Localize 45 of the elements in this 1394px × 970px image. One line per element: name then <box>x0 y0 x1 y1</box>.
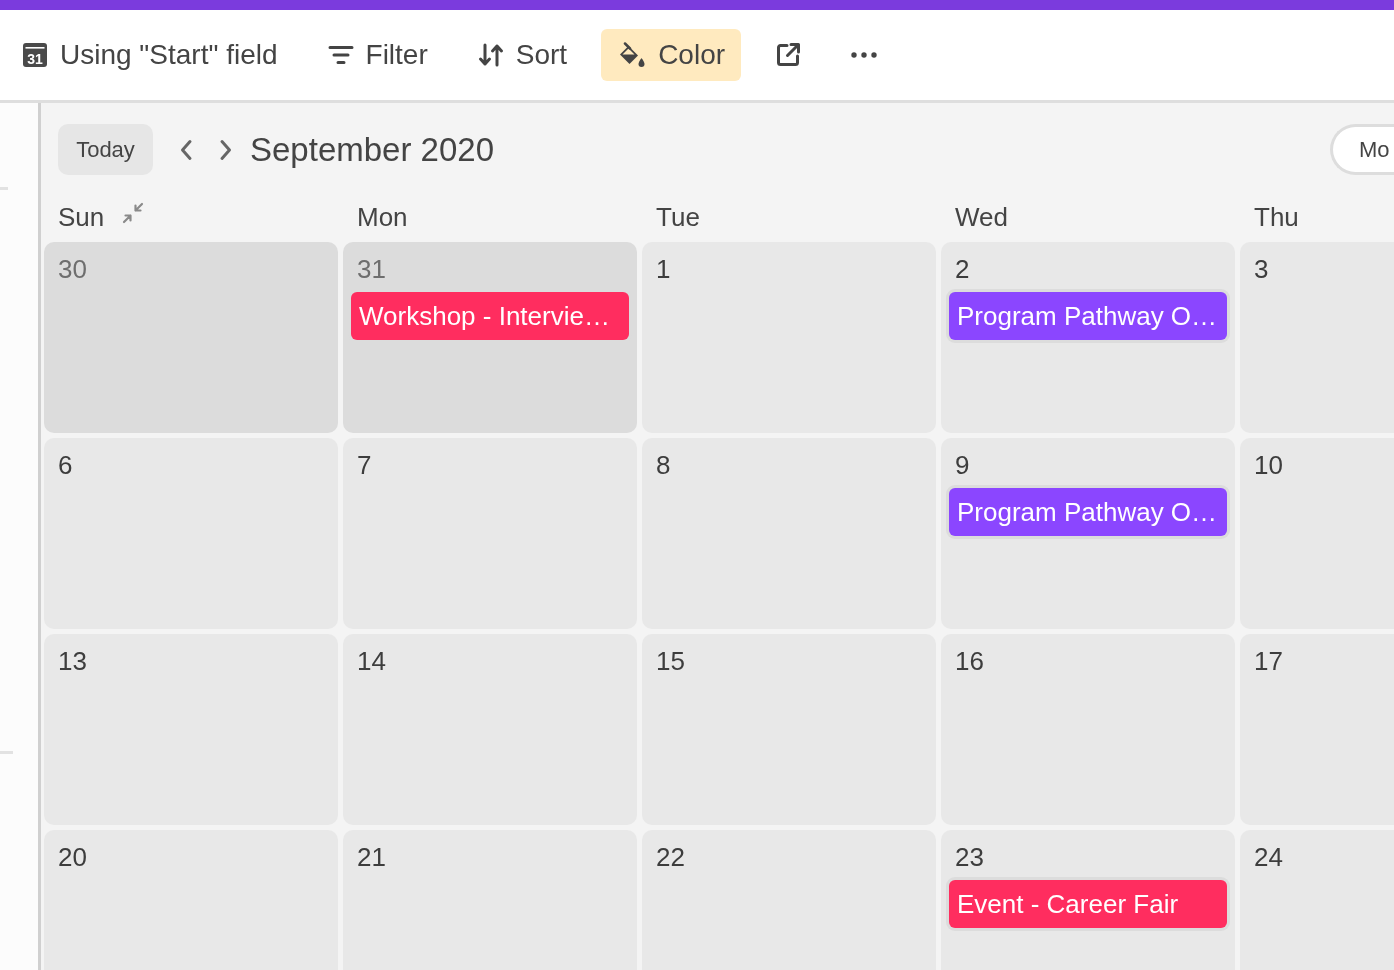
filter-button[interactable]: Filter <box>311 29 444 81</box>
day-number: 20 <box>57 842 87 872</box>
weekday-label: Thu <box>1254 202 1299 232</box>
chevron-left-icon <box>179 138 193 161</box>
sort-button[interactable]: Sort <box>461 29 584 81</box>
day-number: 6 <box>57 450 73 480</box>
day-number: 16 <box>954 646 984 676</box>
today-button[interactable]: Today <box>58 124 153 175</box>
weekday-label: Wed <box>955 202 1008 232</box>
day-number: 7 <box>356 450 372 480</box>
day-number: 17 <box>1253 646 1283 676</box>
day-number: 31 <box>356 254 386 284</box>
date-field-button[interactable]: 31 Using "Start" field <box>6 29 294 81</box>
day-number: 8 <box>655 450 671 480</box>
paint-bucket-icon <box>617 41 647 69</box>
sort-icon <box>477 43 504 67</box>
weekday-label: Sun <box>58 202 105 232</box>
month-title: September 2020 <box>250 130 494 169</box>
filter-icon <box>327 44 354 66</box>
weekday-label: Mon <box>357 202 408 232</box>
collapse-arrows-icon[interactable] <box>122 202 145 224</box>
view-switcher[interactable]: Mo <box>1330 124 1394 175</box>
day-number: 23 <box>954 842 984 872</box>
day-number: 21 <box>356 842 386 872</box>
day-number: 30 <box>57 254 87 284</box>
external-link-icon <box>775 42 802 68</box>
weekday-label: Tue <box>656 202 700 232</box>
day-number: 10 <box>1253 450 1283 480</box>
day-number: 14 <box>356 646 386 676</box>
day-number: 3 <box>1253 254 1269 284</box>
event-chip[interactable]: Program Pathway O… <box>949 292 1227 340</box>
day-number: 24 <box>1253 842 1283 872</box>
day-number: 22 <box>655 842 685 872</box>
day-number: 9 <box>954 450 970 480</box>
event-chip[interactable]: Program Pathway O… <box>949 488 1227 536</box>
event-chip[interactable]: Event - Career Fair <box>949 880 1227 928</box>
calendar-icon: 31 <box>22 42 48 68</box>
chevron-right-icon <box>219 138 233 161</box>
event-chip[interactable]: Workshop - Intervie… <box>351 292 629 340</box>
day-number: 1 <box>655 254 671 284</box>
more-icon <box>851 52 878 58</box>
color-button[interactable]: Color <box>601 29 742 81</box>
day-number: 2 <box>954 254 970 284</box>
day-number: 13 <box>57 646 87 676</box>
day-number: 15 <box>655 646 685 676</box>
